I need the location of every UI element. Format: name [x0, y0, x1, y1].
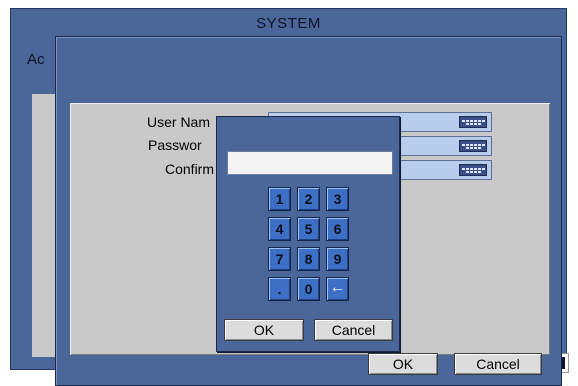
keypad-ok-button[interactable]: OK: [224, 319, 304, 341]
numeric-keypad-popup: 1 2 3 4 5 6 7 8 9 . 0 ← OK Cancel: [216, 116, 400, 352]
keypad-input[interactable]: [227, 151, 393, 175]
ok-button[interactable]: OK: [368, 353, 438, 375]
window-title: SYSTEM: [256, 15, 321, 32]
keyboard-icon[interactable]: [459, 140, 487, 152]
key-8[interactable]: 8: [297, 247, 320, 271]
section-label: Ac: [27, 51, 45, 68]
key-1[interactable]: 1: [268, 187, 291, 211]
confirm-label: Confirm: [165, 161, 215, 177]
keypad-grid: 1 2 3 4 5 6 7 8 9 . 0 ←: [268, 187, 352, 301]
key-5[interactable]: 5: [297, 217, 320, 241]
key-3[interactable]: 3: [326, 187, 349, 211]
key-4[interactable]: 4: [268, 217, 291, 241]
key-0[interactable]: 0: [297, 277, 320, 301]
keyboard-icon[interactable]: [459, 164, 487, 176]
keypad-cancel-button[interactable]: Cancel: [314, 319, 393, 341]
keyboard-icon[interactable]: [459, 116, 487, 128]
key-7[interactable]: 7: [268, 247, 291, 271]
system-screen: SYSTEM Ac User Nam Passwor Confirm OK Ca…: [10, 8, 569, 386]
key-6[interactable]: 6: [326, 217, 349, 241]
user-name-label: User Nam: [147, 114, 211, 130]
key-dot[interactable]: .: [268, 277, 291, 301]
backspace-arrow-icon[interactable]: ←: [326, 277, 349, 301]
cancel-button[interactable]: Cancel: [454, 353, 542, 375]
password-label: Passwor: [148, 137, 202, 153]
key-2[interactable]: 2: [297, 187, 320, 211]
key-9[interactable]: 9: [326, 247, 349, 271]
